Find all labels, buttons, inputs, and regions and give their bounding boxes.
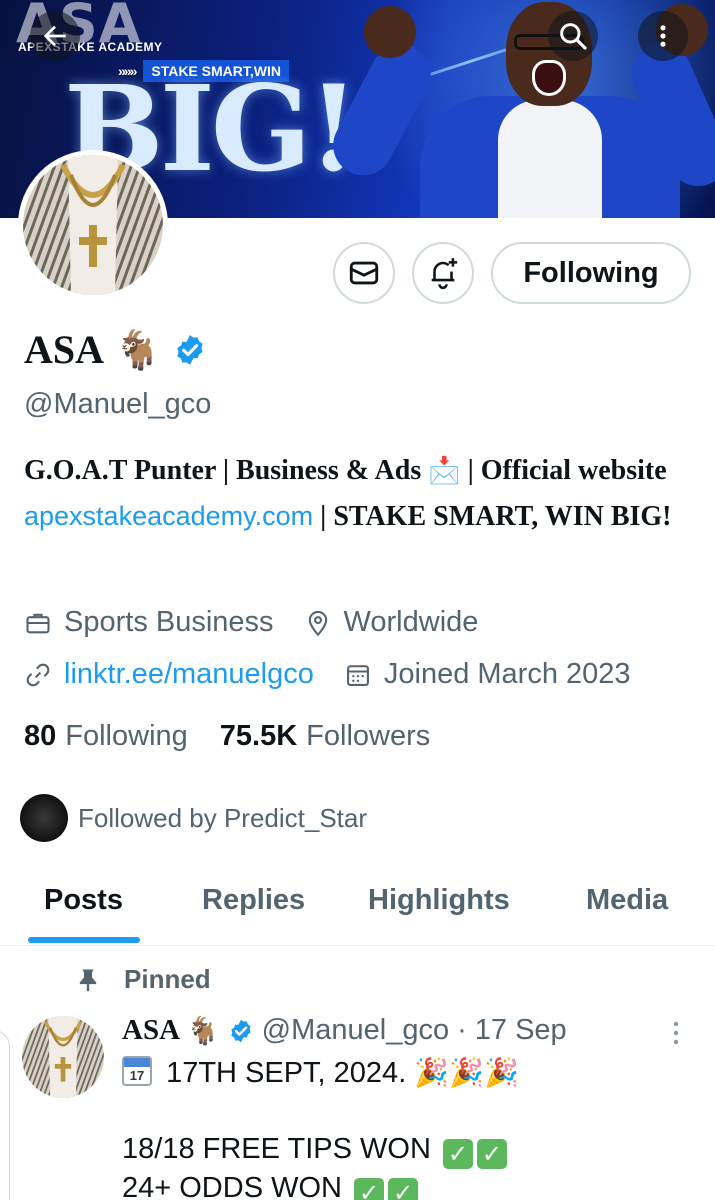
followed-by-text: Followed by Predict_Star — [78, 802, 368, 833]
profile-stats: 80 Following 75.5K Followers — [24, 720, 462, 753]
post-author-handle: @Manuel_gco — [261, 1014, 450, 1046]
post-line-1: 17TH SEPT, 2024. — [166, 1057, 407, 1089]
tab-media[interactable]: Media — [586, 884, 668, 917]
briefcase-icon — [26, 613, 50, 633]
post-line-tips: 18/18 FREE TIPS WON ✓ ✓ — [122, 1130, 692, 1169]
post-header: ASA 🐐 @Manuel_gco · 17 Sep — [122, 1014, 567, 1047]
profile-meta-row-1: Sports Business Worldwide — [24, 606, 508, 639]
more-vertical-icon — [660, 25, 666, 47]
link-icon — [26, 663, 50, 686]
tab-replies[interactable]: Replies — [202, 884, 305, 917]
pinned-label: Pinned — [124, 964, 211, 994]
profile-name-row: ASA 🐐 — [24, 326, 207, 373]
search-icon — [560, 23, 587, 50]
calendar-emoji-icon: 17 — [122, 1056, 152, 1086]
post-body[interactable]: 17 17TH SEPT, 2024. 🎉🎉🎉 18/18 FREE TIPS … — [122, 1054, 692, 1200]
notifications-button[interactable] — [412, 242, 474, 304]
followed-by-row[interactable]: Followed by Predict_Star — [20, 794, 367, 842]
check-mark-icon: ✓ — [442, 1139, 473, 1169]
check-mark-icon: ✓ — [476, 1139, 507, 1169]
message-button[interactable] — [333, 242, 395, 304]
post-date[interactable]: 17 Sep — [475, 1014, 567, 1047]
bio-text-part3: | STAKE SMART, WIN BIG! — [313, 501, 672, 532]
followers-stat[interactable]: 75.5K Followers — [220, 720, 430, 753]
profile-location-text: Worldwide — [343, 606, 479, 638]
post-line-date: 17 17TH SEPT, 2024. 🎉🎉🎉 — [122, 1054, 692, 1092]
bio-text-part2: | Official website — [460, 455, 667, 486]
profile-website[interactable]: linktr.ee/manuelgco — [24, 658, 314, 691]
following-stat[interactable]: 80 Following — [24, 720, 188, 753]
followers-label: Followers — [306, 720, 431, 752]
post-more-icon[interactable] — [664, 1018, 688, 1048]
post-avatar-image — [22, 1016, 104, 1098]
post-verified-badge-icon — [230, 1019, 251, 1042]
active-tab-indicator — [28, 937, 140, 943]
profile-meta-row-2: linktr.ee/manuelgco Joined March 2023 — [24, 658, 661, 691]
bio-website-link[interactable]: apexstakeacademy.com — [24, 501, 313, 531]
followers-count: 75.5K — [219, 720, 298, 752]
post-goat-emoji: 🐐 — [186, 1015, 220, 1047]
following-button[interactable]: Following — [491, 242, 691, 304]
search-button[interactable] — [548, 11, 598, 61]
profile-location: Worldwide — [304, 606, 479, 639]
check-mark-icon: ✓ — [388, 1178, 419, 1200]
check-mark-icon: ✓ — [354, 1178, 385, 1200]
tab-posts[interactable]: Posts — [44, 884, 123, 917]
envelope-icon — [349, 261, 379, 285]
profile-name: ASA — [24, 327, 105, 372]
calendar-emoji-day: 17 — [129, 1068, 145, 1083]
post-separator: · — [457, 1014, 467, 1046]
post-line-odds: 24+ ODDS WON ✓ ✓ — [122, 1169, 692, 1200]
post-author-avatar[interactable] — [22, 1016, 104, 1098]
post-line-3: 24+ ODDS WON — [122, 1172, 342, 1200]
bio-text-part1: G.O.A.T Punter | Business & Ads — [24, 455, 429, 486]
profile-joined: Joined March 2023 — [344, 658, 631, 691]
following-label: Following — [65, 720, 188, 752]
back-arrow-icon — [43, 25, 66, 47]
person-mouth — [532, 60, 566, 96]
person-shirt — [498, 100, 602, 218]
profile-avatar[interactable] — [18, 150, 168, 300]
post-author-name[interactable]: ASA — [122, 1014, 180, 1047]
pinned-label-row: Pinned — [74, 964, 211, 995]
profile-category-text: Sports Business — [64, 606, 274, 638]
bell-plus-icon — [431, 258, 458, 290]
tab-highlights[interactable]: Highlights — [368, 884, 510, 917]
party-popper-icon: 🎉🎉🎉 — [414, 1057, 519, 1088]
profile-website-link[interactable]: linktr.ee/manuelgco — [64, 658, 314, 691]
goat-emoji: 🐐 — [114, 327, 162, 372]
verified-badge-icon[interactable] — [173, 333, 207, 367]
profile-tabs: Posts Replies Highlights Media — [0, 858, 715, 946]
more-options-button[interactable] — [638, 11, 688, 61]
back-button[interactable] — [30, 11, 80, 61]
calendar-icon — [346, 664, 369, 686]
drawer-edge[interactable] — [0, 1030, 10, 1200]
person-left-fist — [364, 6, 416, 58]
profile-joined-text: Joined March 2023 — [383, 658, 631, 690]
pin-icon — [79, 969, 97, 991]
profile-bio: G.O.A.T Punter | Business & Ads 📩 | Offi… — [24, 448, 684, 539]
follower-avatar — [20, 794, 68, 842]
incoming-envelope-emoji: 📩 — [428, 456, 461, 486]
location-pin-icon — [308, 610, 327, 636]
post-line-2: 18/18 FREE TIPS WON — [122, 1133, 431, 1165]
avatar-image — [23, 155, 163, 295]
following-count: 80 — [24, 720, 57, 752]
profile-handle: @Manuel_gco — [24, 388, 212, 420]
profile-category: Sports Business — [24, 606, 274, 639]
